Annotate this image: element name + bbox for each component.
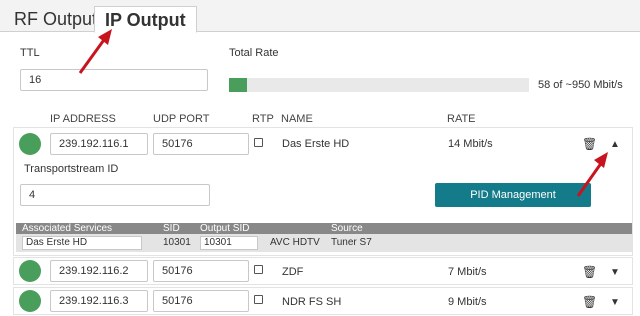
- rtp-checkbox[interactable]: [254, 265, 263, 274]
- chevron-down-icon[interactable]: ▼: [610, 267, 620, 279]
- services-header: Associated Services SID Output SID Sourc…: [16, 223, 632, 234]
- associated-services-table: Associated Services SID Output SID Sourc…: [16, 223, 632, 252]
- rtp-checkbox[interactable]: [254, 295, 263, 304]
- total-rate-text: 58 of ~950 Mbit/s: [538, 79, 623, 91]
- total-rate-bar-fill: [229, 78, 248, 92]
- stream-name: ZDF: [282, 266, 304, 278]
- total-rate-label: Total Rate: [229, 47, 279, 59]
- udp-port-input[interactable]: 50176: [153, 290, 249, 312]
- stream-name: Das Erste HD: [282, 138, 350, 150]
- transportstream-id-label: Transportstream ID: [24, 163, 119, 175]
- rtp-checkbox[interactable]: [254, 138, 263, 147]
- stream-rate: 9 Mbit/s: [448, 296, 487, 308]
- ttl-label: TTL: [20, 47, 40, 59]
- stream-rate: 14 Mbit/s: [448, 138, 493, 150]
- output-sid-input[interactable]: 10301: [200, 236, 258, 250]
- total-rate-bar: [229, 78, 529, 92]
- transportstream-id-input[interactable]: 4: [20, 184, 210, 206]
- pid-management-button[interactable]: PID Management: [435, 183, 591, 207]
- col-header-port: UDP PORT: [153, 113, 210, 125]
- trash-icon[interactable]: 🗑: [582, 266, 597, 278]
- service-type: AVC HDTV: [270, 237, 320, 248]
- ip-address-input[interactable]: 239.192.116.2: [50, 260, 148, 282]
- status-indicator[interactable]: [19, 133, 41, 155]
- service-sid: 10301: [163, 237, 191, 248]
- annotation-arrow-collapse: [576, 152, 608, 197]
- services-row: Das Erste HD 10301 10301 AVC HDTV Tuner …: [16, 234, 632, 252]
- services-header-assoc: Associated Services: [22, 223, 113, 234]
- service-source: Tuner S7: [331, 237, 372, 248]
- chevron-down-icon[interactable]: ▼: [610, 297, 620, 309]
- col-header-rate: RATE: [447, 113, 476, 125]
- services-header-sid: SID: [163, 223, 180, 234]
- col-header-rtp: RTP: [252, 113, 274, 125]
- col-header-name: NAME: [281, 113, 313, 125]
- col-header-ip: IP ADDRESS: [50, 113, 116, 125]
- udp-port-input[interactable]: 50176: [153, 260, 249, 282]
- udp-port-input[interactable]: 50176: [153, 133, 249, 155]
- annotation-arrow-tab: [78, 29, 112, 74]
- services-header-output-sid: Output SID: [200, 223, 250, 234]
- service-name[interactable]: Das Erste HD: [22, 236, 142, 250]
- stream-row-2: 239.192.116.2 50176 ZDF 7 Mbit/s 🗑 ▼: [13, 257, 633, 285]
- stream-row-3: 239.192.116.3 50176 NDR FS SH 9 Mbit/s 🗑…: [13, 287, 633, 315]
- ip-address-input[interactable]: 239.192.116.1: [50, 133, 148, 155]
- services-header-source: Source: [331, 223, 363, 234]
- status-indicator[interactable]: [19, 260, 41, 282]
- status-indicator[interactable]: [19, 290, 41, 312]
- stream-name: NDR FS SH: [282, 296, 342, 308]
- ip-address-input[interactable]: 239.192.116.3: [50, 290, 148, 312]
- stream-rate: 7 Mbit/s: [448, 266, 487, 278]
- trash-icon[interactable]: 🗑: [582, 296, 597, 308]
